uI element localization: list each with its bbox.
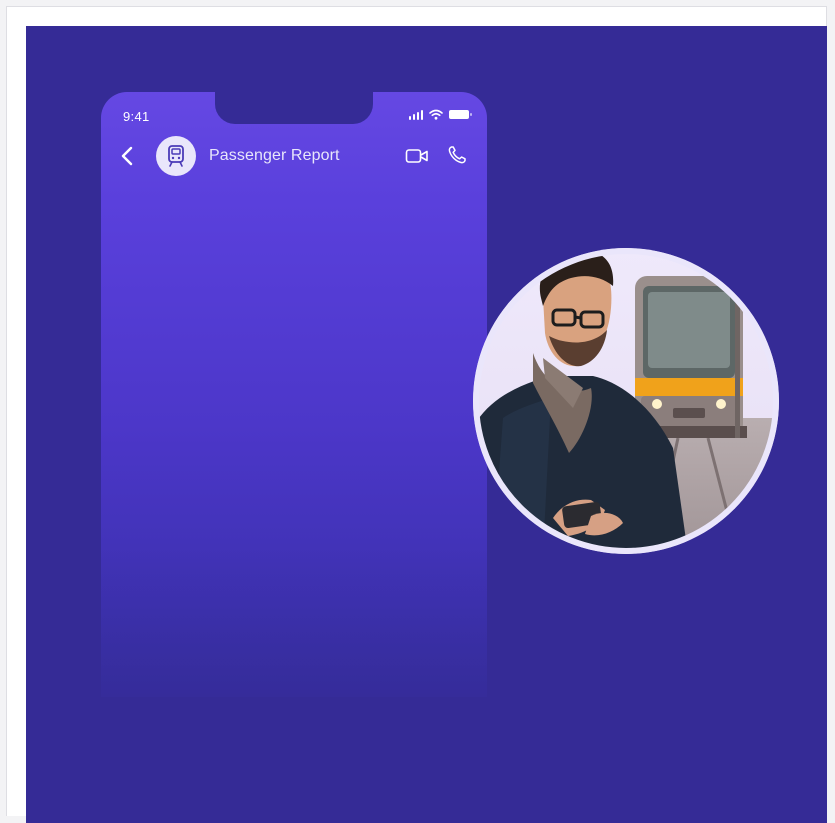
photo-illustration — [473, 248, 779, 554]
battery-icon — [449, 110, 472, 119]
cellular-signal-icon — [408, 109, 423, 120]
page-frame: 9:41 Passenger Report — [6, 6, 827, 823]
phone-notch — [215, 92, 373, 124]
wifi-icon — [429, 109, 443, 120]
avatar[interactable] — [156, 136, 196, 176]
phone-fade — [101, 547, 487, 697]
status-icons — [408, 109, 472, 120]
video-camera-icon[interactable] — [405, 147, 429, 165]
status-time: 9:41 — [123, 109, 150, 124]
phone-icon[interactable] — [447, 145, 467, 165]
man-using-phone-near-tram-photo — [473, 248, 779, 554]
chat-header: Passenger Report — [101, 135, 487, 177]
chevron-left-icon[interactable] — [119, 145, 137, 167]
phone-mockup: 9:41 Passenger Report — [101, 92, 487, 697]
chat-title: Passenger Report — [209, 147, 340, 164]
tram-icon — [168, 145, 184, 167]
hero-canvas: 9:41 Passenger Report — [26, 26, 827, 823]
